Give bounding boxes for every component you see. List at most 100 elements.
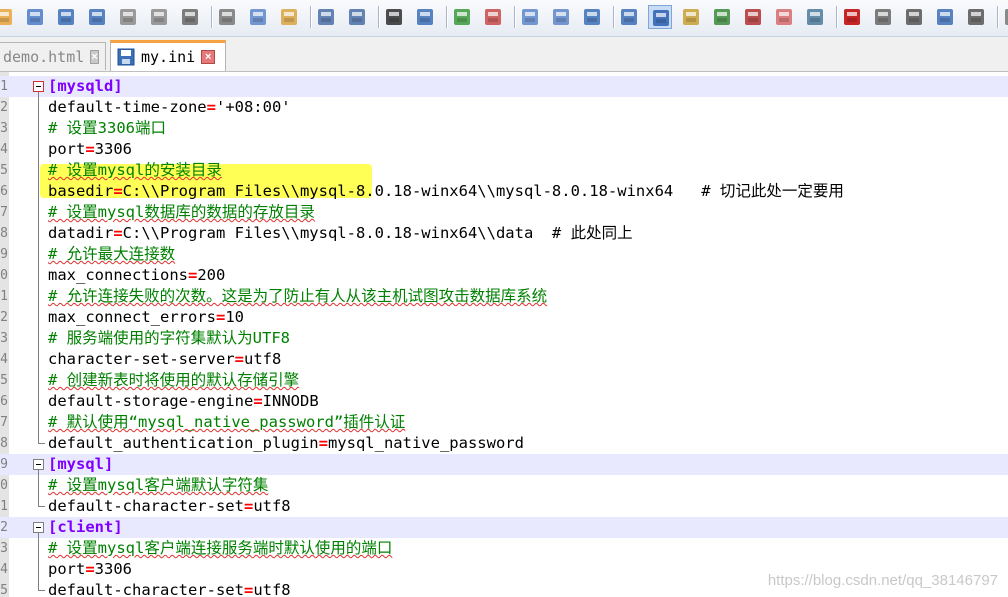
save-icon[interactable]	[54, 5, 78, 29]
assign-operator: =	[215, 308, 226, 326]
comment-line[interactable]: 17 # 默认使用“mysql_native_password”插件认证	[0, 412, 1008, 433]
comment-line[interactable]: 5 # 设置mysql的安装目录	[0, 160, 1008, 181]
setting-value: mysql_native_password	[327, 434, 524, 452]
line-number: 24	[0, 562, 8, 577]
fold-toggle-icon[interactable]	[33, 81, 44, 92]
line-number: 12	[0, 310, 8, 325]
spell-check-icon[interactable]	[1001, 5, 1008, 29]
setting-line[interactable]: 6 basedir=C:\\Program Files\\mysql-8.0.18…	[0, 181, 1008, 202]
assign-operator: =	[113, 182, 123, 200]
open-file-icon[interactable]	[23, 5, 47, 29]
line-number: 19	[0, 457, 8, 472]
replace-icon[interactable]	[413, 5, 437, 29]
folder-workspace-icon[interactable]	[772, 5, 796, 29]
copy-icon[interactable]	[246, 5, 270, 29]
setting-line[interactable]: 2 default-time-zone='+08:00'	[0, 97, 1008, 118]
tab-my-ini[interactable]: my.ini ×	[110, 40, 226, 71]
close-all-icon[interactable]	[147, 5, 171, 29]
line-number: 23	[0, 541, 8, 556]
assign-operator: =	[243, 581, 254, 597]
code-text: # 设置mysql客户端默认字符集	[48, 475, 268, 496]
setting-value: 200	[197, 266, 226, 284]
setting-key: max_connect_errors	[48, 308, 216, 326]
show-all-chars-icon[interactable]	[617, 5, 641, 29]
section-header: [client]	[48, 518, 123, 536]
sync-vertical-icon[interactable]	[518, 5, 542, 29]
zoom-in-icon[interactable]	[450, 5, 474, 29]
line-number: 6	[0, 184, 8, 199]
fold-toggle-icon[interactable]	[33, 459, 44, 470]
section-line[interactable]: 22 [client]	[0, 517, 1008, 538]
function-list-icon[interactable]	[741, 5, 765, 29]
find-icon[interactable]	[382, 5, 406, 29]
fold-line	[38, 92, 39, 443]
new-file-icon[interactable]	[0, 5, 16, 29]
comment-line[interactable]: 15 # 创建新表时将使用的默认存储引擎	[0, 370, 1008, 391]
undo-icon[interactable]	[314, 5, 338, 29]
setting-line[interactable]: 16 default-storage-engine=INNODB	[0, 391, 1008, 412]
line-number: 10	[0, 268, 8, 283]
comment-line[interactable]: 20 # 设置mysql客户端默认字符集	[0, 475, 1008, 496]
record-macro-icon[interactable]	[840, 5, 864, 29]
save-macro-icon[interactable]	[964, 5, 988, 29]
tab-label: my.ini	[141, 48, 196, 66]
assign-operator: =	[187, 266, 198, 284]
section-line[interactable]: 19 [mysql]	[0, 454, 1008, 475]
comment-text: # 设置mysql数据库的数据的存放目录	[48, 203, 315, 221]
print-icon[interactable]	[178, 5, 202, 29]
fold-line	[38, 470, 39, 506]
setting-key: basedir	[48, 182, 114, 200]
line-number: 5	[0, 163, 8, 178]
assign-operator: =	[243, 497, 254, 515]
paste-icon[interactable]	[277, 5, 301, 29]
assign-operator: =	[85, 560, 95, 578]
setting-value: INNODB	[262, 392, 319, 410]
code-text: [mysqld]	[48, 76, 123, 97]
fold-end	[38, 506, 45, 507]
code-editor[interactable]: 1 [mysqld] 2 default-time-zone='+08:00' 3 # 设…	[0, 72, 1008, 597]
word-wrap-icon[interactable]	[580, 5, 604, 29]
play-macro-icon[interactable]	[902, 5, 926, 29]
setting-line[interactable]: 4 port=3306	[0, 139, 1008, 160]
setting-line[interactable]: 12 max_connect_errors=10	[0, 307, 1008, 328]
code-text: port=3306	[48, 559, 132, 580]
code-text: port=3306	[48, 139, 132, 160]
comment-line[interactable]: 23 # 设置mysql客户端连接服务端时默认使用的端口	[0, 538, 1008, 559]
redo-icon[interactable]	[345, 5, 369, 29]
comment-line[interactable]: 9 # 允许最大连接数	[0, 244, 1008, 265]
comment-line[interactable]: 7 # 设置mysql数据库的数据的存放目录	[0, 202, 1008, 223]
cut-icon[interactable]	[215, 5, 239, 29]
sync-horizontal-icon[interactable]	[549, 5, 573, 29]
assign-operator: =	[253, 392, 263, 410]
line-number: 7	[0, 205, 8, 220]
setting-line[interactable]: 21 default-character-set=utf8	[0, 496, 1008, 517]
close-tab-icon[interactable]: ×	[90, 49, 99, 64]
doc-map-icon[interactable]	[710, 5, 734, 29]
comment-text: # 服务端使用的字符集默认为UTF8	[48, 329, 290, 347]
setting-line[interactable]: 10 max_connections=200	[0, 265, 1008, 286]
comment-line[interactable]: 13 # 服务端使用的字符集默认为UTF8	[0, 328, 1008, 349]
code-text: # 设置mysql的安装目录	[48, 160, 222, 181]
close-tab-icon[interactable]: ×	[201, 50, 216, 64]
close-icon[interactable]	[116, 5, 140, 29]
indent-guide-icon[interactable]	[648, 5, 672, 29]
setting-line[interactable]: 18 default_authentication_plugin=mysql_na…	[0, 433, 1008, 454]
section-line[interactable]: 1 [mysqld]	[0, 76, 1008, 97]
stop-macro-icon[interactable]	[871, 5, 895, 29]
comment-text: # 默认使用“mysql_native_password”插件认证	[48, 413, 406, 431]
setting-line[interactable]: 14 character-set-server=utf8	[0, 349, 1008, 370]
setting-line[interactable]: 8 datadir=C:\\Program Files\\mysql-8.0.18…	[0, 223, 1008, 244]
fold-toggle-icon[interactable]	[33, 522, 44, 533]
comment-line[interactable]: 3 # 设置3306端口	[0, 118, 1008, 139]
fold-end	[38, 590, 45, 591]
setting-value: C:\\Program Files\\mysql-8.0.18-winx64\\…	[122, 182, 844, 200]
save-all-icon[interactable]	[85, 5, 109, 29]
tab-demo-html[interactable]: demo.html ×	[0, 42, 106, 70]
zoom-out-icon[interactable]	[481, 5, 505, 29]
comment-line[interactable]: 11 # 允许连接失败的次数。这是为了防止有人从该主机试图攻击数据库系统	[0, 286, 1008, 307]
run-macro-multiple-icon[interactable]	[933, 5, 957, 29]
line-number: 4	[0, 142, 8, 157]
udl-icon[interactable]	[679, 5, 703, 29]
monitoring-icon[interactable]	[803, 5, 827, 29]
fold-end	[38, 443, 45, 444]
